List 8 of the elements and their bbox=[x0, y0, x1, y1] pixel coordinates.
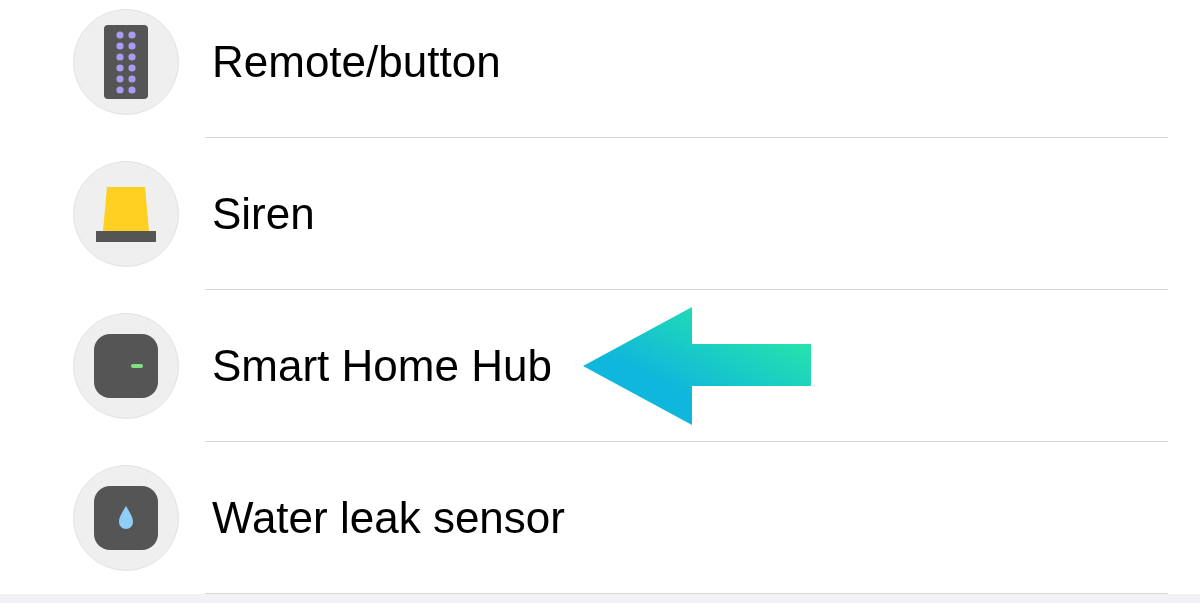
water-drop-sensor-icon bbox=[93, 485, 159, 551]
device-type-label[interactable]: Siren bbox=[205, 191, 315, 236]
remote-control-icon bbox=[103, 24, 149, 100]
hub-device-icon bbox=[93, 333, 159, 399]
device-type-label[interactable]: Water leak sensor bbox=[205, 495, 565, 540]
device-type-label[interactable]: Smart Home Hub bbox=[205, 343, 552, 388]
siren-icon bbox=[95, 185, 157, 243]
device-type-label[interactable]: Remote/button bbox=[205, 39, 501, 84]
